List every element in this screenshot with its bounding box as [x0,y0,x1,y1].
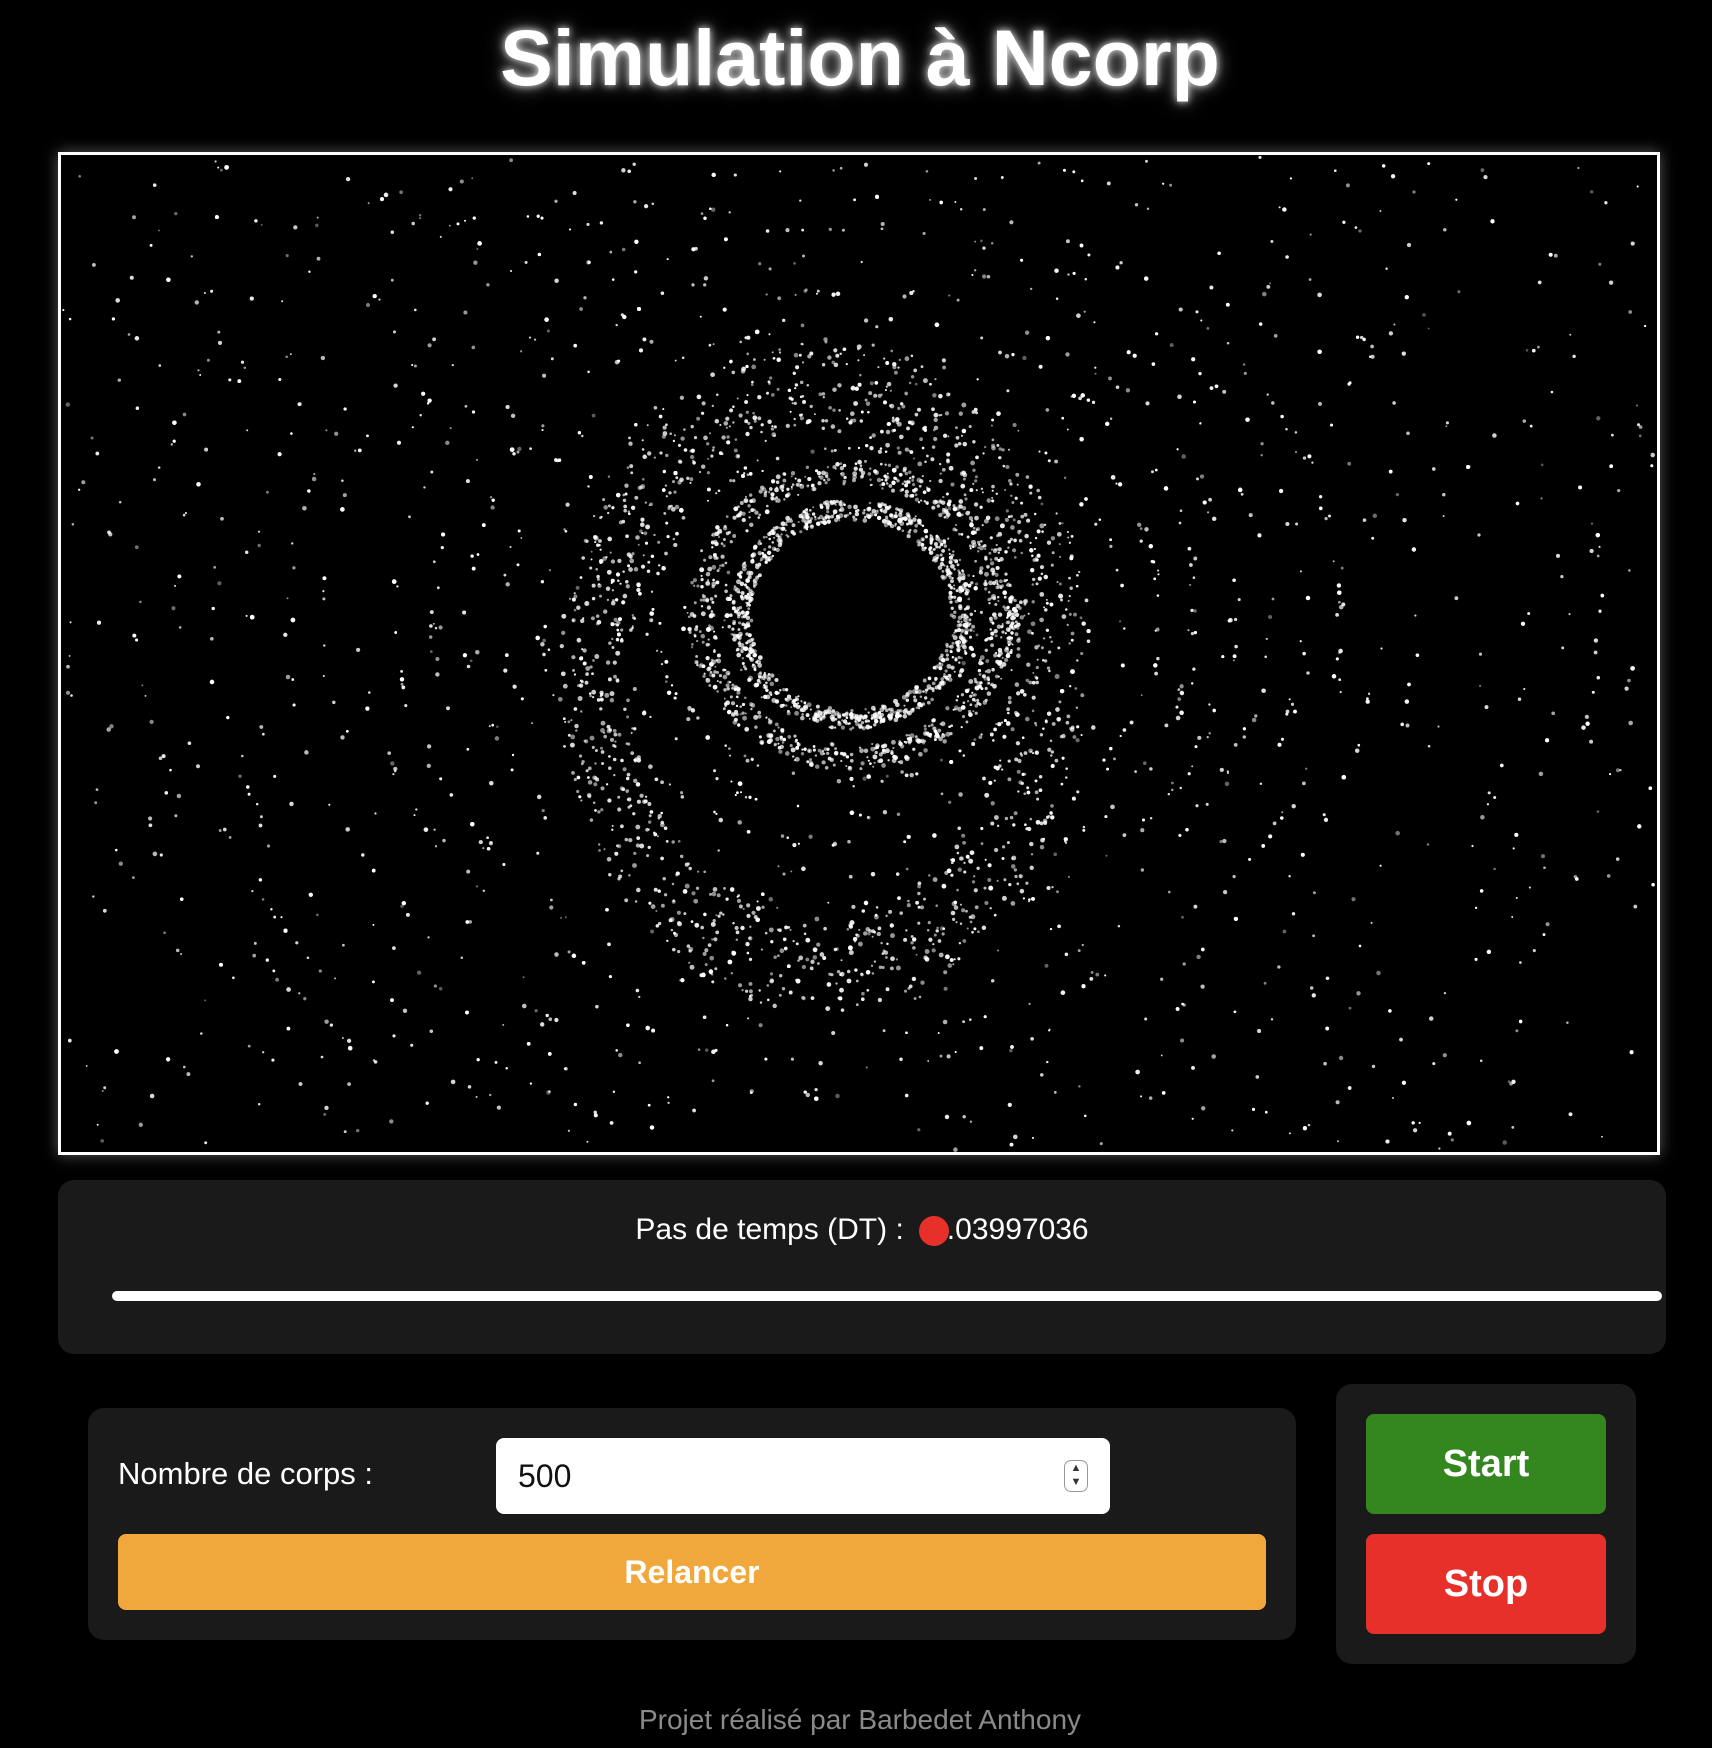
simulation-canvas[interactable] [58,152,1660,1155]
dt-slider-track[interactable] [112,1291,1662,1301]
start-button[interactable]: Start [1366,1414,1606,1514]
dt-slider-thumb[interactable] [918,1216,949,1246]
page-title: Simulation à Ncorp [500,13,1220,102]
bodies-count-input[interactable]: 500 ▲ ▼ [496,1438,1110,1514]
dt-label-row: Pas de temps (DT) : 0.03997036 [58,1210,1666,1250]
dt-label: Pas de temps (DT) : [635,1213,904,1246]
stop-button[interactable]: Stop [1366,1534,1606,1634]
page: Simulation à Ncorp Pas de temps (DT) : 0… [0,0,1712,1748]
dt-panel: Pas de temps (DT) : 0.03997036 [58,1180,1666,1354]
number-spinner-icon[interactable]: ▲ ▼ [1064,1460,1088,1492]
footer-credit: Projet réalisé par Barbedet Anthony [638,1704,1082,1735]
dt-value: 0.03997036 [930,1213,1089,1246]
relaunch-button[interactable]: Relancer [118,1534,1266,1610]
simulation-particles [62,155,1655,1152]
bodies-label: Nombre de corps : [118,1456,373,1491]
bodies-count-value: 500 [518,1458,572,1494]
bodies-panel: Nombre de corps : 500 ▲ ▼ Relancer [88,1408,1296,1640]
controls-panel: Start Stop [1336,1384,1636,1664]
